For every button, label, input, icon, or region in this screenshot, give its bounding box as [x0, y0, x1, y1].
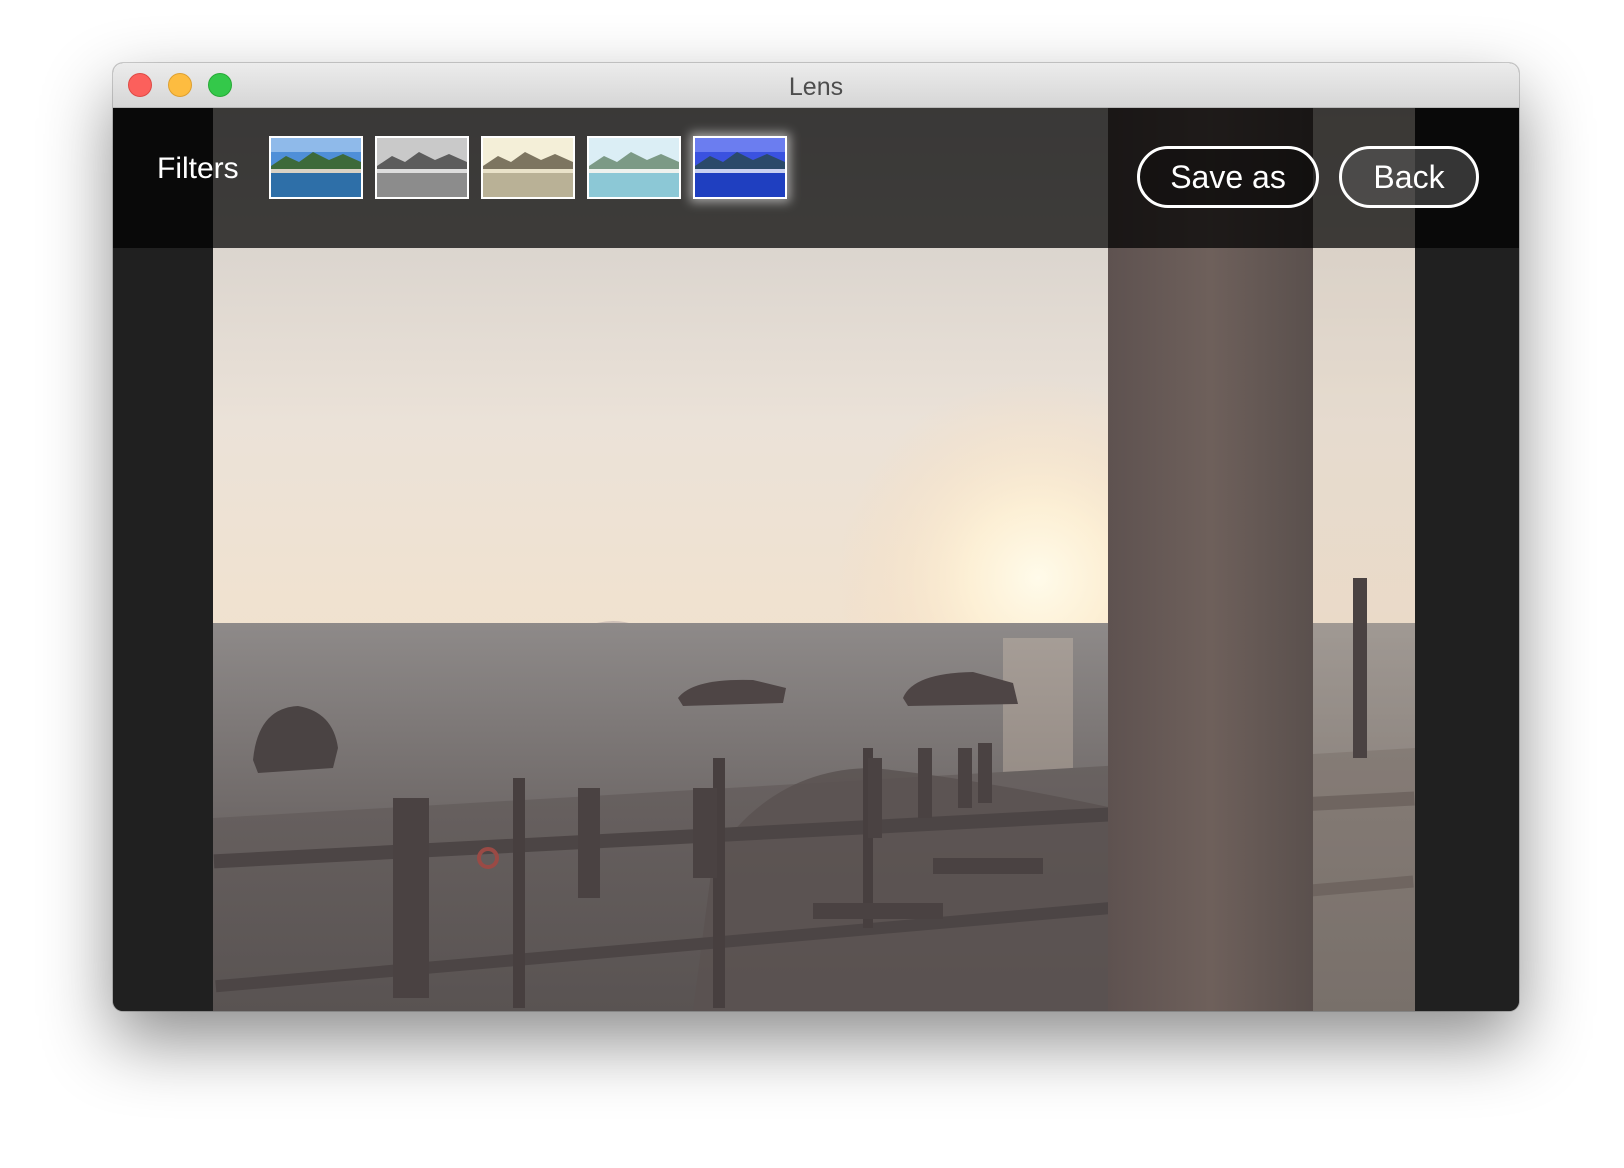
filter-thumb-mono[interactable] — [375, 136, 469, 199]
save-as-button[interactable]: Save as — [1137, 146, 1319, 208]
filter-thumb-original-image — [271, 138, 361, 197]
editor-area: Filters Save as Back — [113, 108, 1519, 1011]
filter-thumb-fade-image — [589, 138, 679, 197]
filter-thumb-vivid-blue-image — [695, 138, 785, 197]
filters-label: Filters — [157, 152, 239, 185]
title-bar: Lens — [113, 63, 1519, 108]
filter-thumb-original[interactable] — [269, 136, 363, 199]
app-window: Lens Filters Save as Back — [113, 63, 1519, 1011]
filter-thumb-fade[interactable] — [587, 136, 681, 199]
filter-toolbar: Filters Save as Back — [113, 108, 1519, 248]
filter-thumb-vivid-blue[interactable] — [693, 136, 787, 199]
back-button[interactable]: Back — [1339, 146, 1479, 208]
window-title: Lens — [788, 73, 844, 101]
filter-thumb-sepia[interactable] — [481, 136, 575, 199]
filter-thumb-sepia-image — [483, 138, 573, 197]
filter-thumb-mono-image — [377, 138, 467, 197]
